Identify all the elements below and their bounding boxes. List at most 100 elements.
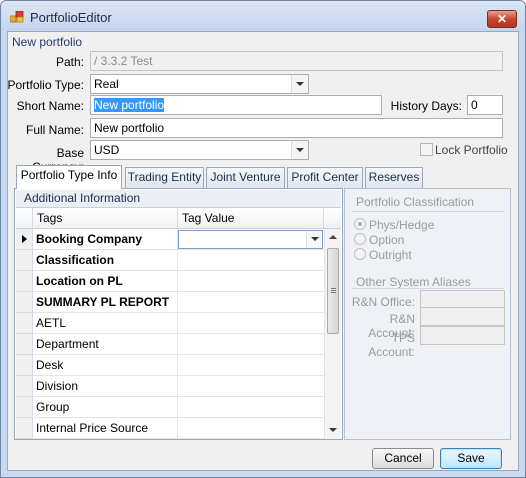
table-row[interactable]: SUMMARY PL REPORT (16, 292, 324, 313)
table-row[interactable]: Booking Company (16, 229, 324, 250)
app-icon (10, 11, 24, 23)
table-row[interactable]: Classification (16, 250, 324, 271)
table-row[interactable]: Group (16, 397, 324, 418)
path-label: Path: (55, 55, 84, 69)
row-header[interactable] (16, 397, 33, 418)
title-bar[interactable]: PortfolioEditor ✕ (1, 1, 525, 31)
portfolio-type-dropdown-button[interactable] (291, 75, 308, 93)
tab-trading-entity[interactable]: Trading Entity (125, 167, 204, 188)
grip-line (331, 288, 336, 289)
chevron-down-icon (311, 237, 319, 241)
row-header[interactable] (16, 313, 33, 334)
full-name-label: Full Name: (25, 123, 84, 137)
tps-account-label: TPS Account: (368, 331, 415, 359)
tag-value-cell[interactable] (178, 355, 324, 376)
tps-account-field (420, 326, 505, 345)
grip-line (331, 290, 336, 291)
tag-value-cell[interactable] (178, 376, 324, 397)
tags-grid: Tags Tag Value Booking Company Classific… (16, 208, 341, 439)
phys-hedge-radio[interactable] (354, 218, 366, 230)
option-label[interactable]: Option (369, 233, 404, 247)
base-currency-value: USD (94, 143, 120, 157)
short-name-value: New portfolio (94, 98, 165, 112)
tag-cell: SUMMARY PL REPORT (33, 292, 178, 313)
tag-value-cell[interactable] (178, 397, 324, 418)
tag-value-cell[interactable] (178, 313, 324, 334)
divider (352, 211, 504, 212)
tag-value-cell[interactable] (178, 292, 324, 313)
close-button[interactable]: ✕ (487, 10, 517, 28)
save-button[interactable]: Save (440, 448, 502, 469)
row-header[interactable] (16, 271, 33, 292)
tag-cell: Booking Company (33, 229, 178, 250)
path-field: / 3.3.2 Test (90, 51, 503, 71)
option-radio[interactable] (354, 233, 366, 245)
row-header[interactable] (16, 418, 33, 439)
rn-account-field (420, 307, 505, 326)
table-row[interactable]: Desk (16, 355, 324, 376)
table-row[interactable]: Internal Price Source (16, 418, 324, 439)
portfolio-type-label: Portfolio Type: (7, 78, 85, 92)
current-row-arrow-icon (22, 235, 27, 243)
portfolio-type-value: Real (94, 77, 119, 91)
base-currency-select[interactable]: USD (90, 140, 309, 160)
row-header[interactable] (16, 292, 33, 313)
table-row[interactable]: Department (16, 334, 324, 355)
short-name-field[interactable]: New portfolio (90, 95, 382, 115)
tag-cell: AETL (33, 313, 178, 334)
portfolio-classification-caption: Portfolio Classification (356, 195, 475, 209)
chevron-down-icon (296, 82, 304, 86)
short-name-label: Short Name: (16, 99, 84, 113)
tag-value-cell[interactable] (178, 334, 324, 355)
scroll-up-button[interactable] (325, 229, 341, 246)
rn-office-label: R&N Office: (351, 295, 415, 309)
tag-cell: Location on PL (33, 271, 178, 292)
lock-portfolio-checkbox[interactable] (420, 143, 433, 156)
tab-profit-center[interactable]: Profit Center (287, 167, 363, 188)
lock-portfolio-label[interactable]: Lock Portfolio (435, 143, 508, 157)
additional-information-header: Additional Information (16, 190, 341, 208)
window-title: PortfolioEditor (30, 10, 112, 25)
cancel-button[interactable]: Cancel (372, 448, 434, 469)
scroll-thumb[interactable] (327, 248, 339, 334)
vertical-scrollbar[interactable] (324, 229, 341, 439)
tag-value-cell[interactable] (178, 250, 324, 271)
row-header[interactable] (16, 334, 33, 355)
phys-hedge-label[interactable]: Phys/Hedge (369, 218, 434, 232)
chevron-down-icon (296, 148, 304, 152)
row-header[interactable] (16, 229, 33, 250)
tag-value-editor[interactable] (178, 230, 323, 249)
history-days-field[interactable]: 0 (467, 95, 503, 115)
column-header-tags[interactable]: Tags (33, 208, 178, 229)
tag-cell: Group (33, 397, 178, 418)
portfolio-type-select[interactable]: Real (90, 74, 309, 94)
column-header-tag-value[interactable]: Tag Value (178, 208, 324, 229)
table-row[interactable]: Location on PL (16, 271, 324, 292)
row-header[interactable] (16, 376, 33, 397)
tag-cell: Division (33, 376, 178, 397)
close-icon: ✕ (496, 12, 508, 26)
scroll-down-button[interactable] (325, 422, 341, 439)
outright-radio[interactable] (354, 248, 366, 260)
chevron-up-icon (329, 235, 337, 239)
base-currency-dropdown-button[interactable] (291, 141, 308, 159)
grid-corner (16, 208, 33, 229)
table-row[interactable]: Division (16, 376, 324, 397)
other-system-aliases-caption: Other System Aliases (356, 275, 471, 289)
tag-cell: Classification (33, 250, 178, 271)
tab-portfolio-type-info[interactable]: Portfolio Type Info (16, 165, 122, 189)
table-row[interactable]: AETL (16, 313, 324, 334)
row-header[interactable] (16, 355, 33, 376)
outright-label[interactable]: Outright (369, 248, 412, 262)
tag-cell: Desk (33, 355, 178, 376)
tag-value-dropdown-button[interactable] (306, 231, 322, 248)
chevron-down-icon (329, 428, 337, 432)
row-header[interactable] (16, 250, 33, 271)
tag-cell: Department (33, 334, 178, 355)
history-days-label: History Days: (390, 99, 462, 113)
tab-reserves[interactable]: Reserves (365, 167, 423, 188)
tab-joint-venture[interactable]: Joint Venture (206, 167, 285, 188)
tag-value-cell[interactable] (178, 271, 324, 292)
full-name-field[interactable]: New portfolio (90, 118, 503, 138)
tag-value-cell[interactable] (178, 418, 324, 439)
